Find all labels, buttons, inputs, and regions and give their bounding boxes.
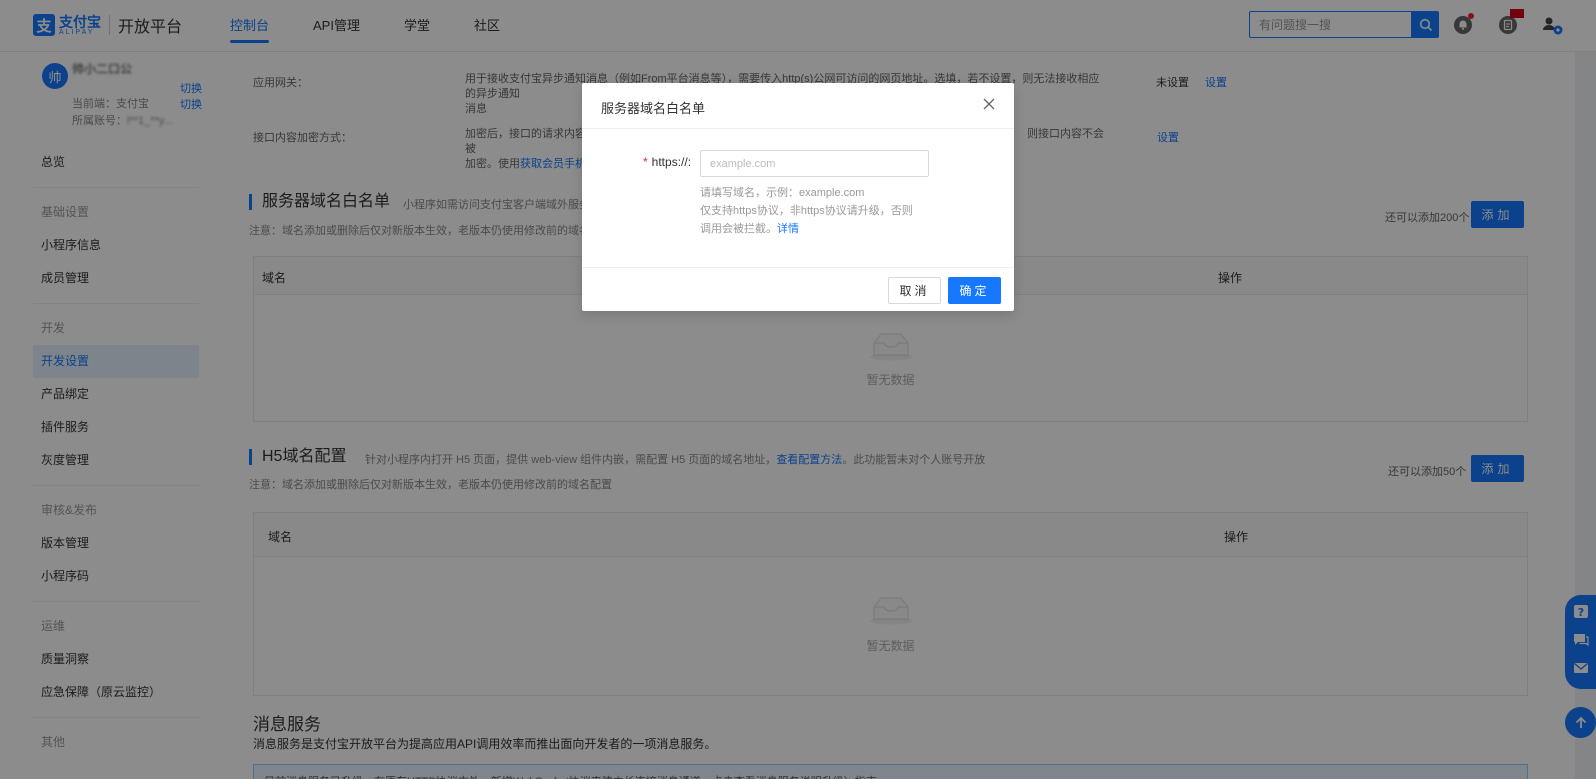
required-mark: * xyxy=(643,155,648,169)
confirm-button[interactable]: 确定 xyxy=(948,277,1001,304)
modal-title: 服务器域名白名单 xyxy=(601,101,706,116)
close-icon[interactable] xyxy=(981,96,997,112)
server-whitelist-modal: 服务器域名白名单 *https://: 请填写域名，示例：example.com… xyxy=(582,83,1014,311)
domain-help-text: 请填写域名，示例：example.com 仅支持https协议，非https协议… xyxy=(700,187,913,235)
modal-header: 服务器域名白名单 xyxy=(582,83,1014,129)
modal-footer: 取消 确定 xyxy=(582,267,1014,311)
modal-body: *https://: 请填写域名，示例：example.com 仅支持https… xyxy=(582,129,1014,269)
cancel-button[interactable]: 取消 xyxy=(888,277,941,304)
https-label: * https://: xyxy=(643,155,692,169)
details-link[interactable]: 详情 xyxy=(777,223,799,235)
domain-input[interactable] xyxy=(700,150,929,177)
